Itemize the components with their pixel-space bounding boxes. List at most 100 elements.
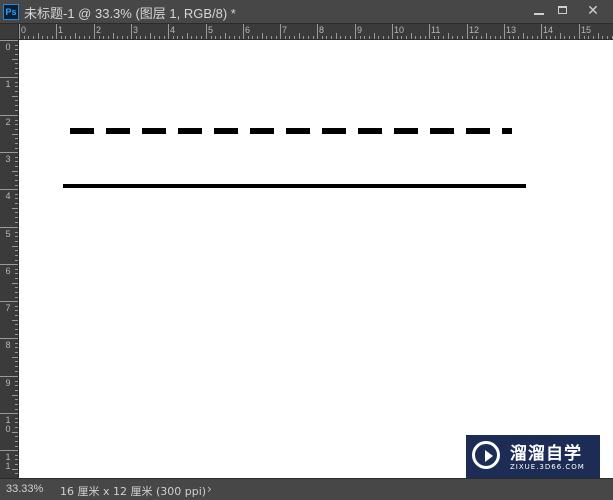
ruler-v-major-tick	[0, 301, 18, 302]
horizontal-ruler[interactable]: 0 1 2 3 4 5 6 7 8 9 10 11 12 13 14 15	[19, 24, 613, 40]
document-canvas[interactable]	[19, 40, 613, 478]
ruler-h-minor-tick	[257, 36, 258, 39]
ruler-h-minor-tick	[481, 36, 482, 39]
ruler-v-minor-tick	[15, 241, 18, 242]
ruler-h-minor-tick	[99, 36, 100, 39]
canvas-area[interactable]: 溜溜自学 ZIXUE.3D66.COM	[19, 40, 613, 478]
zoom-level-field[interactable]: 33.33%	[6, 483, 43, 495]
ruler-h-minor-tick	[196, 36, 197, 39]
ruler-h-major-tick	[131, 24, 132, 39]
ruler-h-minor-tick	[415, 36, 416, 39]
ruler-h-minor-tick	[513, 36, 514, 39]
ruler-h-minor-tick	[127, 36, 128, 39]
ruler-h-label: 4	[170, 25, 176, 35]
status-menu-arrow-icon[interactable]: ›	[207, 482, 212, 496]
ruler-v-minor-tick	[15, 86, 18, 87]
ruler-h-minor-tick	[215, 36, 216, 39]
ruler-h-minor-tick	[108, 36, 109, 39]
ruler-v-minor-tick	[15, 124, 18, 125]
maximize-button[interactable]	[553, 3, 573, 19]
vertical-ruler[interactable]: 0 1 2 3 4 5 6 7 8 9 1 0 1 1	[0, 40, 19, 478]
ruler-h-minor-tick	[303, 36, 304, 39]
ruler-h-minor-tick	[294, 36, 295, 39]
ruler-v-minor-tick	[15, 73, 18, 74]
ruler-h-label: 0	[21, 25, 27, 35]
ruler-h-minor-tick	[234, 36, 235, 39]
ruler-v-minor-tick	[12, 320, 18, 321]
ruler-h-minor-tick	[225, 33, 226, 39]
ruler-v-minor-tick	[15, 306, 18, 307]
close-button[interactable]: ✕	[583, 3, 603, 19]
ruler-h-minor-tick	[546, 36, 547, 39]
ruler-h-label: 14	[543, 25, 554, 35]
ruler-v-minor-tick	[15, 198, 18, 199]
ruler-h-minor-tick	[140, 36, 141, 39]
ruler-h-minor-tick	[322, 36, 323, 39]
ruler-h-minor-tick	[28, 36, 29, 39]
ruler-h-minor-tick	[495, 36, 496, 39]
ruler-v-minor-tick	[15, 347, 18, 348]
ruler-v-label: 6	[5, 266, 11, 276]
ruler-h-minor-tick	[84, 36, 85, 39]
ruler-v-minor-tick	[15, 217, 18, 218]
ruler-v-minor-tick	[15, 260, 18, 261]
ruler-v-minor-tick	[12, 395, 18, 396]
ruler-h-minor-tick	[574, 36, 575, 39]
ruler-h-minor-tick	[276, 36, 277, 39]
ruler-v-minor-tick	[12, 283, 18, 284]
solid-line-stroke[interactable]	[63, 184, 526, 188]
ruler-v-minor-tick	[15, 63, 18, 64]
ruler-v-minor-tick	[15, 120, 18, 121]
ruler-h-minor-tick	[500, 36, 501, 39]
ruler-h-minor-tick	[79, 36, 80, 39]
ruler-v-major-tick	[0, 227, 18, 228]
ruler-v-minor-tick	[15, 161, 18, 162]
ruler-v-minor-tick	[15, 138, 18, 139]
ruler-v-minor-tick	[15, 390, 18, 391]
ruler-h-minor-tick	[191, 36, 192, 39]
photoshop-icon[interactable]: Ps	[3, 4, 19, 20]
ruler-h-minor-tick	[537, 36, 538, 39]
ruler-h-minor-tick	[173, 36, 174, 39]
ruler-h-minor-tick	[182, 36, 183, 39]
ruler-v-major-tick	[0, 189, 18, 190]
ruler-h-minor-tick	[360, 36, 361, 39]
ruler-h-minor-tick	[33, 36, 34, 39]
ruler-h-major-tick	[317, 24, 318, 39]
minimize-button[interactable]	[529, 3, 549, 19]
ruler-v-minor-tick	[15, 310, 18, 311]
ruler-h-minor-tick	[122, 36, 123, 39]
ruler-h-minor-tick	[239, 36, 240, 39]
ruler-h-major-tick	[579, 24, 580, 39]
ruler-v-minor-tick	[15, 455, 18, 456]
ruler-v-minor-tick	[15, 334, 18, 335]
ruler-h-minor-tick	[532, 36, 533, 39]
ruler-v-minor-tick	[15, 287, 18, 288]
ruler-v-minor-tick	[15, 175, 18, 176]
ruler-v-minor-tick	[15, 446, 18, 447]
ruler-h-minor-tick	[299, 33, 300, 39]
ruler-v-major-tick	[0, 338, 18, 339]
document-tab-title[interactable]: 未标题-1 @ 33.3% (图层 1, RGB/8) *	[24, 3, 236, 22]
ruler-v-minor-tick	[12, 134, 18, 135]
ruler-v-minor-tick	[15, 371, 18, 372]
ruler-v-minor-tick	[15, 143, 18, 144]
ruler-h-minor-tick	[150, 33, 151, 39]
ruler-v-minor-tick	[15, 329, 18, 330]
ruler-origin-corner[interactable]	[0, 24, 19, 40]
ruler-v-major-tick	[0, 376, 18, 377]
ruler-v-major-tick	[0, 413, 18, 414]
ruler-h-minor-tick	[70, 36, 71, 39]
ruler-v-minor-tick	[15, 315, 18, 316]
ruler-h-minor-tick	[602, 36, 603, 39]
ruler-v-minor-tick	[15, 222, 18, 223]
document-title-bar: Ps 未标题-1 @ 33.3% (图层 1, RGB/8) * ✕	[0, 0, 613, 24]
ruler-v-minor-tick	[15, 68, 18, 69]
ruler-v-minor-tick	[12, 96, 18, 97]
ruler-h-minor-tick	[289, 36, 290, 39]
ruler-h-minor-tick	[262, 33, 263, 39]
ruler-h-minor-tick	[313, 36, 314, 39]
ruler-h-minor-tick	[326, 36, 327, 39]
ruler-v-minor-tick	[15, 441, 18, 442]
dashed-line-stroke[interactable]	[70, 128, 512, 134]
